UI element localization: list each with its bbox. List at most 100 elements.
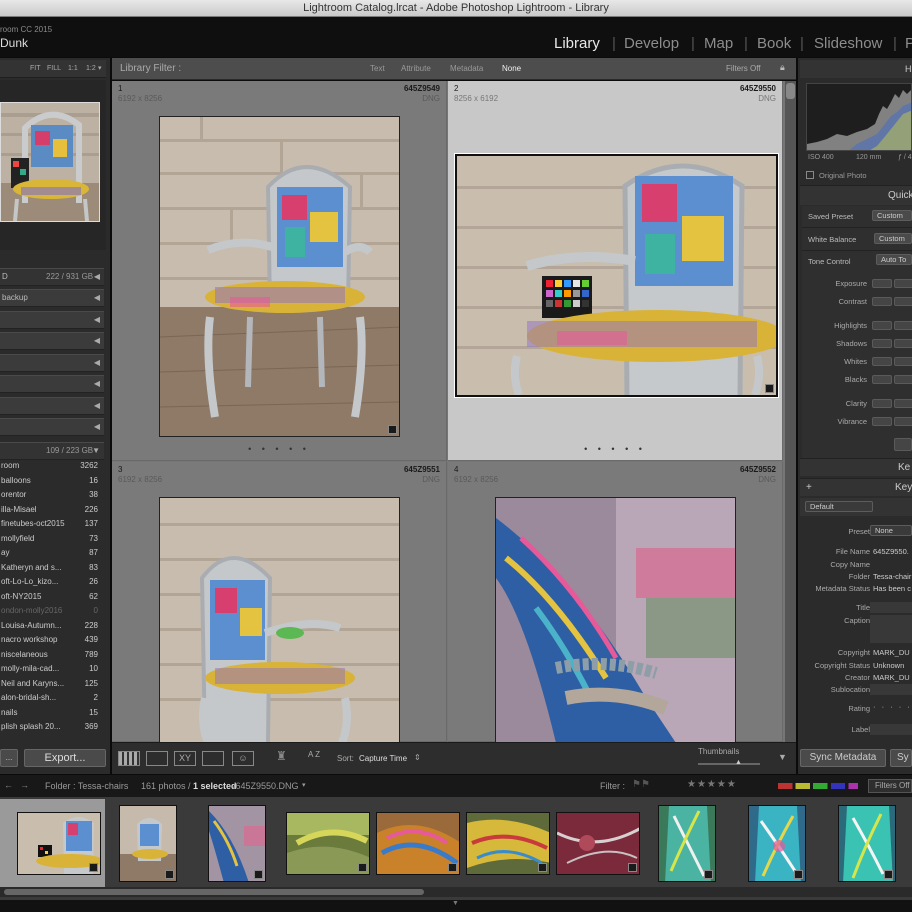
highlights-down-small-button[interactable] xyxy=(894,321,912,330)
filmstrip-thumbnail[interactable] xyxy=(556,812,640,875)
filters-off-dropdown[interactable]: Filters Off xyxy=(868,779,912,793)
rating-field[interactable]: · · · · · xyxy=(873,702,912,711)
highlights-down-button[interactable] xyxy=(872,321,892,330)
reset-all-button[interactable] xyxy=(894,438,912,451)
photo-thumbnail[interactable] xyxy=(159,497,400,742)
navigator-1-2[interactable]: 1:2 xyxy=(86,65,96,72)
scrollbar-thumb[interactable] xyxy=(786,83,795,99)
list-item[interactable]: molly-mila-cad... 10 xyxy=(0,662,104,676)
filmstrip-thumbnail[interactable] xyxy=(119,805,177,882)
folder-row[interactable]: ◀ xyxy=(0,311,104,329)
survey-view-icon[interactable] xyxy=(202,751,224,766)
expand-triangle-icon[interactable]: ◀ xyxy=(94,355,100,371)
list-item[interactable]: alon-bridal-sh... 2 xyxy=(0,691,104,705)
caption-field[interactable] xyxy=(870,615,912,643)
list-item[interactable]: nacro workshop 439 xyxy=(0,633,104,647)
filmstrip-thumbnail-selected[interactable] xyxy=(17,812,101,875)
title-field[interactable] xyxy=(870,602,912,613)
module-slideshow[interactable]: Slideshow xyxy=(814,35,882,52)
grid-cell-selected[interactable]: 2 8256 x 6192 645Z9550 DNG • • • • • xyxy=(448,81,783,461)
expand-triangle-icon[interactable]: ◀ xyxy=(94,333,100,349)
shadows-down-button[interactable] xyxy=(872,339,892,348)
copyright-status-field[interactable]: Unknown xyxy=(873,661,904,670)
vibrance-down-small-button[interactable] xyxy=(894,417,912,426)
clarity-down-small-button[interactable] xyxy=(894,399,912,408)
module-print[interactable]: P xyxy=(905,35,912,52)
sync-metadata-button[interactable]: Sync Metadata xyxy=(800,749,886,767)
copyright-field[interactable]: MARK_DU xyxy=(873,648,910,657)
rating-dots[interactable]: • • • • • xyxy=(112,444,446,454)
people-view-icon[interactable]: ☺ xyxy=(232,751,254,766)
chevron-down-icon[interactable]: ▾ xyxy=(302,781,306,789)
navigator-1-1[interactable]: 1:1 xyxy=(68,65,78,72)
list-item[interactable]: niscelaneous 789 xyxy=(0,648,104,662)
export-button[interactable]: Export... xyxy=(24,749,106,767)
toolbar-menu-icon[interactable]: ▼ xyxy=(778,752,787,762)
expand-triangle-icon[interactable]: ◀ xyxy=(94,269,100,285)
list-item[interactable]: plish splash 20... 369 xyxy=(0,720,104,734)
whites-down-button[interactable] xyxy=(872,357,892,366)
grid-scrollbar[interactable] xyxy=(785,81,796,742)
filters-off-dropdown[interactable]: Filters Off xyxy=(726,64,761,73)
flag-filter-icon[interactable]: ⚑⚑ xyxy=(632,779,650,790)
filmstrip-folder[interactable]: Folder : Tessa-chairs xyxy=(45,781,128,791)
filmstrip-thumbnail[interactable] xyxy=(466,812,550,875)
chevron-updown-icon[interactable]: ⇕ xyxy=(414,753,421,762)
list-item[interactable]: ay 87 xyxy=(0,546,104,560)
expand-triangle-icon[interactable]: ◀ xyxy=(94,376,100,392)
photo-thumbnail[interactable] xyxy=(159,116,400,437)
preset-dropdown[interactable]: None xyxy=(870,525,912,536)
folder-row[interactable]: ◀ xyxy=(0,375,104,393)
filmstrip-file-name[interactable]: /645Z9550.DNG xyxy=(233,781,299,791)
compare-view-icon[interactable]: XY xyxy=(174,751,196,766)
lock-icon[interactable]: 🔒︎ xyxy=(780,62,785,73)
filmstrip-scrollbar[interactable] xyxy=(0,887,912,897)
filmstrip-thumbnail[interactable] xyxy=(376,812,460,875)
list-item[interactable]: ondon-molly2016 0 xyxy=(0,604,104,618)
blacks-down-small-button[interactable] xyxy=(894,375,912,384)
collapse-triangle-icon[interactable]: ▼ xyxy=(92,443,100,459)
list-item[interactable]: oft-Lo-Lo_kizo... 26 xyxy=(0,575,104,589)
sort-dropdown[interactable]: Capture Time xyxy=(359,754,407,763)
filmstrip-thumbnail[interactable] xyxy=(748,805,806,882)
navigator-fill[interactable]: FILL xyxy=(47,65,61,72)
keyword-list-header[interactable]: + Key xyxy=(800,478,912,496)
list-item[interactable]: nails 15 xyxy=(0,706,104,720)
list-item[interactable]: illa-Misael 226 xyxy=(0,503,104,517)
slider-handle[interactable]: ▲ xyxy=(735,759,742,766)
folder-field[interactable]: Tessa-chair xyxy=(873,572,911,581)
forward-arrow-icon[interactable]: → xyxy=(20,780,29,790)
filter-metadata[interactable]: Metadata xyxy=(450,64,483,73)
list-item[interactable]: Katheryn and s... 83 xyxy=(0,561,104,575)
thumbnail-size-slider[interactable] xyxy=(698,763,760,765)
creator-field[interactable]: MARK_DU xyxy=(873,673,910,682)
keywording-header[interactable]: Ke xyxy=(800,458,912,476)
expand-triangle-icon[interactable]: ◀ xyxy=(94,398,100,414)
label-field[interactable] xyxy=(870,724,912,735)
scrollbar-thumb[interactable] xyxy=(4,889,424,895)
list-item[interactable]: oft-NY2015 62 xyxy=(0,590,104,604)
grid-view-icon[interactable] xyxy=(118,751,140,766)
module-library[interactable]: Library xyxy=(554,35,600,52)
expand-triangle-icon[interactable]: ◀ xyxy=(94,419,100,435)
filmstrip-thumbnail[interactable] xyxy=(286,812,370,875)
navigator-fit[interactable]: FIT xyxy=(30,65,41,72)
metadata-preset-dropdown[interactable]: Default xyxy=(805,501,873,512)
filter-attribute[interactable]: Attribute xyxy=(401,64,431,73)
back-arrow-icon[interactable]: ← xyxy=(4,780,13,790)
rating-dots[interactable]: • • • • • xyxy=(448,444,782,454)
import-button[interactable]: ... xyxy=(0,749,18,767)
list-item[interactable]: orentor 38 xyxy=(0,488,104,502)
grid-cell[interactable]: 4 6192 x 8256 645Z9552 DNG xyxy=(448,462,783,742)
folder-row[interactable]: ◀ xyxy=(0,354,104,372)
list-item[interactable]: room 3262 xyxy=(0,459,104,473)
list-item[interactable]: Neil and Karyns... 125 xyxy=(0,677,104,691)
spray-can-icon[interactable]: ♜ xyxy=(276,749,287,763)
module-develop[interactable]: Develop xyxy=(624,35,679,52)
color-label-filter[interactable] xyxy=(778,783,858,789)
exposure-down-small-button[interactable] xyxy=(894,279,912,288)
list-item[interactable]: Louisa-Autumn... 228 xyxy=(0,619,104,633)
module-book[interactable]: Book xyxy=(757,35,791,52)
catalog-volume-bar[interactable]: D 222 / 931 GB ◀ xyxy=(0,268,104,286)
auto-tone-button[interactable]: Auto To xyxy=(876,254,912,265)
